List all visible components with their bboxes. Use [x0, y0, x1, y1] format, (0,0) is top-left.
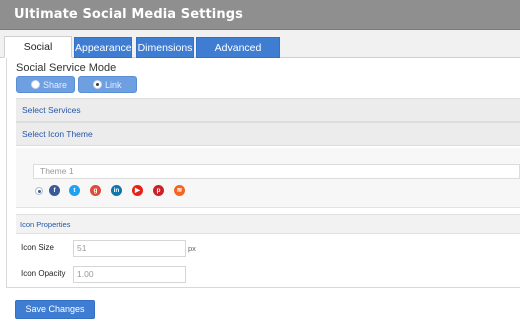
icon-opacity-label: Icon Opacity — [21, 269, 66, 278]
icon-size-input[interactable]: 51 — [73, 240, 186, 257]
select-icon-theme-label: Select Icon Theme — [22, 129, 93, 139]
tab-appearance[interactable]: Appearance — [74, 37, 132, 58]
settings-title-bar: Ultimate Social Media Settings — [0, 0, 520, 30]
icon-properties-label: Icon Properties — [20, 220, 71, 229]
tab-advanced-settings[interactable]: Advanced settings — [196, 37, 280, 75]
facebook-icon: f — [49, 185, 60, 196]
tab-social-services[interactable]: Social Services — [4, 36, 72, 74]
rss-icon: ≋ — [174, 185, 185, 196]
select-services-label: Select Services — [22, 105, 81, 115]
icon-size-label: Icon Size — [21, 243, 54, 252]
icon-size-unit: px — [188, 244, 196, 253]
save-changes-button[interactable]: Save Changes — [15, 300, 95, 319]
pinterest-icon: p — [153, 185, 164, 196]
radio-share-icon — [31, 80, 40, 89]
mode-label: Social Service Mode — [16, 62, 117, 74]
mode-link-label: Link — [105, 80, 122, 90]
radio-link-selected-icon — [93, 80, 102, 89]
twitter-icon: t — [69, 185, 80, 196]
linkedin-icon: in — [111, 185, 122, 196]
icon-properties-header: Icon Properties — [16, 214, 520, 234]
mode-share-button[interactable]: Share — [16, 76, 75, 93]
theme-select[interactable]: Theme 1 — [33, 164, 520, 179]
google-plus-icon: g — [90, 185, 101, 196]
tab-dimensions[interactable]: Dimensions — [136, 37, 194, 58]
mode-share-label: Share — [43, 80, 68, 90]
youtube-icon: ▶ — [132, 185, 143, 196]
icon-opacity-input[interactable]: 1.00 — [73, 266, 186, 283]
select-services-header[interactable]: Select Services — [16, 98, 520, 122]
page-title: Ultimate Social Media Settings — [14, 7, 243, 22]
theme-radio-selected-icon[interactable] — [35, 187, 43, 195]
mode-link-button[interactable]: Link — [78, 76, 137, 93]
select-icon-theme-header[interactable]: Select Icon Theme — [16, 122, 520, 146]
